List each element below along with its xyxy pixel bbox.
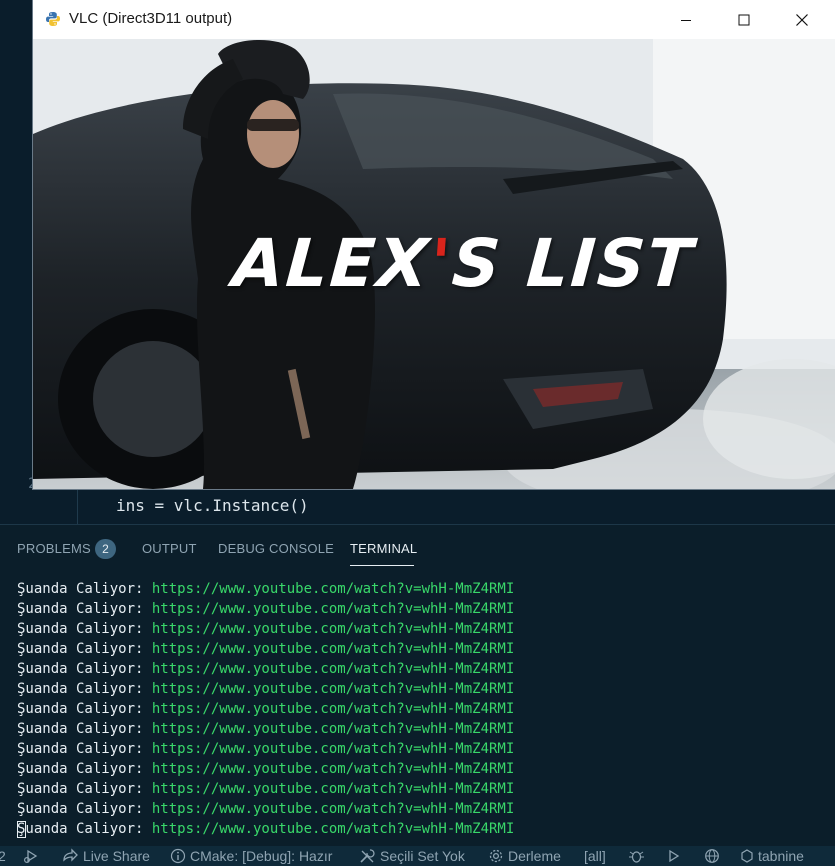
terminal-line-url[interactable]: https://www.youtube.com/watch?v=whH-MmZ4… bbox=[152, 621, 514, 637]
terminal-line-label: Şuanda Caliyor: bbox=[17, 701, 152, 717]
terminal-line: Şuanda Caliyor: https://www.youtube.com/… bbox=[17, 599, 514, 619]
vlc-titlebar[interactable]: VLC (Direct3D11 output) bbox=[33, 0, 835, 39]
run-debug-icon bbox=[23, 849, 38, 864]
terminal-line: Şuanda Caliyor: https://www.youtube.com/… bbox=[17, 739, 514, 759]
maximize-button[interactable] bbox=[715, 0, 773, 39]
video-overlay-title: ALEX'S LIST bbox=[230, 225, 697, 302]
terminal-line-url[interactable]: https://www.youtube.com/watch?v=whH-MmZ4… bbox=[152, 581, 514, 597]
bug-icon bbox=[629, 851, 644, 863]
problems-count-badge: 2 bbox=[95, 539, 116, 559]
terminal-line-label: Şuanda Caliyor: bbox=[17, 721, 152, 737]
bottom-panel: PROBLEMS 2 OUTPUT DEBUG CONSOLE TERMINAL… bbox=[0, 524, 835, 847]
terminal-line-url[interactable]: https://www.youtube.com/watch?v=whH-MmZ4… bbox=[152, 681, 514, 697]
tabnine-icon bbox=[741, 849, 753, 863]
terminal-line-url[interactable]: https://www.youtube.com/watch?v=whH-MmZ4… bbox=[152, 741, 514, 757]
tools-icon bbox=[360, 849, 375, 863]
terminal-line-label: Şuanda Caliyor: bbox=[17, 801, 152, 817]
cmake-status-label: CMake: [Debug]: Hazır bbox=[190, 848, 333, 864]
close-button[interactable] bbox=[773, 0, 831, 39]
build-target-button[interactable]: [all] bbox=[584, 847, 606, 865]
gutter-separator bbox=[77, 486, 78, 524]
panel-tabs: PROBLEMS 2 OUTPUT DEBUG CONSOLE TERMINAL bbox=[0, 525, 835, 571]
status-remote-fragment[interactable]: 2 bbox=[0, 847, 6, 865]
browser-button[interactable] bbox=[704, 847, 720, 865]
status-fragment-text: 2 bbox=[0, 848, 6, 864]
tabnine-label: tabnine bbox=[758, 848, 804, 864]
terminal-line-url[interactable]: https://www.youtube.com/watch?v=whH-MmZ4… bbox=[152, 601, 514, 617]
terminal-line-url[interactable]: https://www.youtube.com/watch?v=whH-MmZ4… bbox=[152, 821, 514, 837]
status-bar: 2 Live Share CMake: [Debug]: Hazır Seçil… bbox=[0, 846, 835, 866]
terminal-line-url[interactable]: https://www.youtube.com/watch?v=whH-MmZ4… bbox=[152, 661, 514, 677]
launch-button[interactable] bbox=[667, 847, 681, 865]
terminal-line-url[interactable]: https://www.youtube.com/watch?v=whH-MmZ4… bbox=[152, 781, 514, 797]
window-title: VLC (Direct3D11 output) bbox=[69, 10, 233, 27]
terminal-line-label: Şuanda Caliyor: bbox=[17, 781, 152, 797]
cmake-status-button[interactable]: CMake: [Debug]: Hazır bbox=[170, 847, 332, 865]
terminal-line: Şuanda Caliyor: https://www.youtube.com/… bbox=[17, 819, 514, 839]
tab-terminal[interactable]: TERMINAL bbox=[350, 541, 417, 556]
kit-select-button[interactable]: Seçili Set Yok bbox=[359, 847, 465, 865]
tab-problems[interactable]: PROBLEMS bbox=[17, 541, 91, 556]
terminal-line-label: Şuanda Caliyor: bbox=[17, 821, 152, 837]
terminal-line: Şuanda Caliyor: https://www.youtube.com/… bbox=[17, 779, 514, 799]
terminal-line: Şuanda Caliyor: https://www.youtube.com/… bbox=[17, 679, 514, 699]
close-icon bbox=[796, 13, 808, 26]
terminal-line: Şuanda Caliyor: https://www.youtube.com/… bbox=[17, 659, 514, 679]
terminal-line-label: Şuanda Caliyor: bbox=[17, 681, 152, 697]
tab-debug-console[interactable]: DEBUG CONSOLE bbox=[218, 541, 334, 556]
terminal-line-url[interactable]: https://www.youtube.com/watch?v=whH-MmZ4… bbox=[152, 701, 514, 717]
terminal-line: Şuanda Caliyor: https://www.youtube.com/… bbox=[17, 759, 514, 779]
info-circle-icon bbox=[170, 848, 186, 864]
terminal-line-label: Şuanda Caliyor: bbox=[17, 761, 152, 777]
video-frame[interactable]: ALEX'S LIST bbox=[33, 39, 835, 489]
terminal-line-url[interactable]: https://www.youtube.com/watch?v=whH-MmZ4… bbox=[152, 641, 514, 657]
terminal-line: Şuanda Caliyor: https://www.youtube.com/… bbox=[17, 579, 514, 599]
maximize-icon bbox=[738, 14, 750, 25]
terminal-line-label: Şuanda Caliyor: bbox=[17, 581, 152, 597]
minimize-icon bbox=[681, 19, 691, 21]
build-label: Derleme bbox=[508, 848, 561, 864]
active-tab-indicator bbox=[350, 565, 414, 566]
play-icon bbox=[669, 849, 680, 863]
vlc-window[interactable]: VLC (Direct3D11 output) ALEX'S LIST bbox=[33, 0, 835, 489]
build-button[interactable]: Derleme bbox=[488, 847, 561, 865]
gear-icon bbox=[489, 849, 503, 863]
terminal-line-url[interactable]: https://www.youtube.com/watch?v=whH-MmZ4… bbox=[152, 721, 514, 737]
debug-button[interactable] bbox=[628, 847, 645, 865]
terminal-line: Şuanda Caliyor: https://www.youtube.com/… bbox=[17, 639, 514, 659]
terminal-line: Şuanda Caliyor: https://www.youtube.com/… bbox=[17, 699, 514, 719]
terminal-line-url[interactable]: https://www.youtube.com/watch?v=whH-MmZ4… bbox=[152, 801, 514, 817]
python-icon bbox=[45, 11, 61, 27]
terminal-line-label: Şuanda Caliyor: bbox=[17, 661, 152, 677]
kit-select-label: Seçili Set Yok bbox=[380, 848, 465, 864]
terminal-line: Şuanda Caliyor: https://www.youtube.com/… bbox=[17, 619, 514, 639]
terminal-line-label: Şuanda Caliyor: bbox=[17, 601, 152, 617]
live-share-button[interactable]: Live Share bbox=[61, 847, 150, 865]
tabnine-button[interactable]: tabnine bbox=[740, 847, 804, 865]
terminal-cursor bbox=[17, 821, 26, 838]
minimize-button[interactable] bbox=[657, 0, 715, 39]
terminal-line-label: Şuanda Caliyor: bbox=[17, 641, 152, 657]
terminal-line: Şuanda Caliyor: https://www.youtube.com/… bbox=[17, 799, 514, 819]
build-target-label: [all] bbox=[584, 848, 606, 864]
terminal-line: Şuanda Caliyor: https://www.youtube.com/… bbox=[17, 719, 514, 739]
terminal-line-label: Şuanda Caliyor: bbox=[17, 621, 152, 637]
terminal-line-label: Şuanda Caliyor: bbox=[17, 741, 152, 757]
live-share-icon bbox=[63, 848, 78, 862]
tab-output[interactable]: OUTPUT bbox=[142, 541, 197, 556]
status-run-button[interactable] bbox=[23, 847, 41, 865]
code-line[interactable]: ins = vlc.Instance() bbox=[116, 494, 309, 518]
live-share-label: Live Share bbox=[83, 848, 150, 864]
terminal-line-url[interactable]: https://www.youtube.com/watch?v=whH-MmZ4… bbox=[152, 761, 514, 777]
globe-icon bbox=[705, 849, 719, 863]
